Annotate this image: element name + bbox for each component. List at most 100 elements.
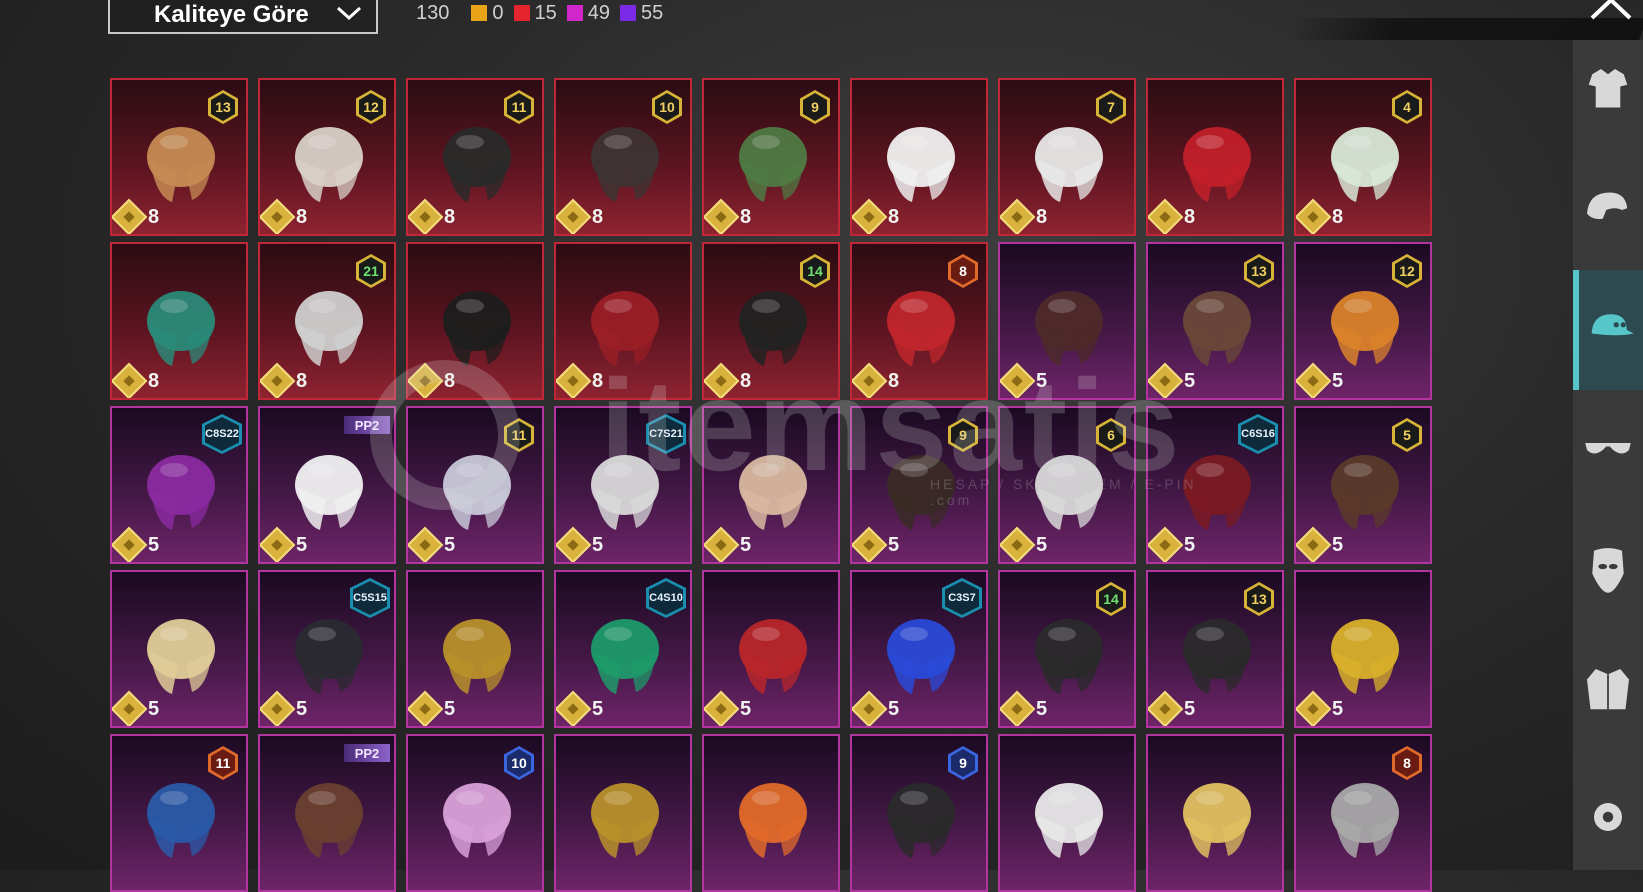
- item-cost: 8: [260, 362, 307, 398]
- coin-icon: [1296, 362, 1332, 398]
- outfit-icon: [1588, 69, 1628, 108]
- item-card[interactable]: 55: [1294, 406, 1432, 564]
- item-cost-value: 5: [444, 533, 456, 556]
- coin-icon: [704, 690, 740, 726]
- item-cost: 5: [260, 690, 307, 726]
- item-card[interactable]: 14 5: [998, 570, 1136, 728]
- item-card[interactable]: C4S10 5: [554, 570, 692, 728]
- golden-anubis-helmet-icon: [443, 619, 511, 694]
- item-card[interactable]: C7S21 5: [554, 406, 692, 564]
- item-card[interactable]: 10 8: [554, 78, 692, 236]
- item-card[interactable]: C3S7 5: [850, 570, 988, 728]
- coin-icon: [408, 526, 444, 562]
- item-cost: 8: [1296, 198, 1343, 234]
- level-badge-value: 9: [951, 749, 975, 777]
- item-card[interactable]: [1146, 734, 1284, 892]
- item-card[interactable]: 5: [998, 242, 1136, 400]
- item-card[interactable]: 11 8: [406, 78, 544, 236]
- item-card[interactable]: 9: [850, 734, 988, 892]
- coin-icon: [1000, 526, 1036, 562]
- item-cost: 8: [112, 362, 159, 398]
- item-card[interactable]: 10: [406, 734, 544, 892]
- item-cost: 8: [852, 198, 899, 234]
- item-card[interactable]: 11: [110, 734, 248, 892]
- blonde-buns-hair-icon: [739, 455, 807, 530]
- sidebar-item-jacket[interactable]: [1573, 630, 1643, 750]
- sidebar-item-outfit[interactable]: [1573, 30, 1643, 150]
- sidebar-item-glasses[interactable]: [1573, 390, 1643, 510]
- item-cost: 5: [260, 526, 308, 562]
- coin-icon: [704, 362, 740, 398]
- collapse-chevron-up-icon[interactable]: [1588, 0, 1634, 24]
- item-card[interactable]: 65: [998, 406, 1136, 564]
- stat-legendary-value: 0: [492, 1, 504, 24]
- item-card[interactable]: 13 8: [110, 78, 248, 236]
- dragon-mask-icon: [147, 291, 215, 366]
- item-cost-value: 5: [592, 697, 604, 720]
- item-cost-value: 5: [1332, 369, 1344, 392]
- level-badge-value: 10: [507, 749, 531, 777]
- item-card[interactable]: 5: [702, 406, 840, 564]
- paper-bag-mask-icon: [1183, 783, 1251, 858]
- item-card[interactable]: 48: [1294, 78, 1432, 236]
- sort-dropdown[interactable]: Kaliteye Göre: [108, 0, 378, 34]
- item-card[interactable]: 98: [702, 78, 840, 236]
- level-badge-value: 8: [951, 257, 975, 285]
- sidebar-item-helmet[interactable]: [1573, 150, 1643, 270]
- item-cost-value: 8: [1036, 205, 1048, 228]
- item-card[interactable]: 78: [998, 78, 1136, 236]
- orange-antler-helmet-icon: [739, 783, 807, 858]
- item-card[interactable]: [554, 734, 692, 892]
- item-card[interactable]: 5: [110, 570, 248, 728]
- item-card[interactable]: [702, 734, 840, 892]
- item-cost: 5: [1296, 362, 1344, 398]
- item-cost: 5: [852, 690, 899, 726]
- stat-epic: 49: [566, 2, 610, 25]
- snowman-hat-icon: [1035, 783, 1103, 858]
- item-card[interactable]: 21 8: [258, 242, 396, 400]
- item-card[interactable]: 13 5: [1146, 242, 1284, 400]
- item-cost-value: 8: [740, 369, 752, 392]
- item-cost: 5: [1148, 690, 1195, 726]
- item-cost-value: 5: [444, 697, 456, 720]
- item-card[interactable]: C6S16 5: [1146, 406, 1284, 564]
- coin-icon: [556, 526, 592, 562]
- item-card[interactable]: 12 8: [258, 78, 396, 236]
- item-card[interactable]: 8: [850, 78, 988, 236]
- item-card[interactable]: 5: [1294, 570, 1432, 728]
- item-card[interactable]: PP2 5: [258, 406, 396, 564]
- item-card[interactable]: 95: [850, 406, 988, 564]
- item-cost-value: 8: [592, 369, 604, 392]
- coin-icon: [852, 690, 888, 726]
- item-card[interactable]: [998, 734, 1136, 892]
- item-card[interactable]: 8: [1146, 78, 1284, 236]
- coin-icon: [1000, 198, 1036, 234]
- coin-icon: [1148, 690, 1184, 726]
- item-card[interactable]: 8: [110, 242, 248, 400]
- item-cost-value: 5: [296, 533, 308, 556]
- item-card[interactable]: 8: [554, 242, 692, 400]
- helmet-icon: [1587, 192, 1628, 220]
- item-card[interactable]: 5: [406, 570, 544, 728]
- item-card[interactable]: 8: [1294, 734, 1432, 892]
- item-cost: 8: [1000, 198, 1048, 234]
- item-card[interactable]: 11 5: [406, 406, 544, 564]
- level-badge-value: 11: [507, 421, 531, 449]
- sidebar-item-cap[interactable]: [1573, 270, 1643, 390]
- item-card[interactable]: 5: [702, 570, 840, 728]
- item-card[interactable]: 13 5: [1146, 570, 1284, 728]
- sidebar-item-mask[interactable]: [1573, 510, 1643, 630]
- item-card[interactable]: 14 8: [702, 242, 840, 400]
- item-cost-value: 8: [444, 369, 456, 392]
- item-card[interactable]: C5S15 5: [258, 570, 396, 728]
- item-card[interactable]: PP2: [258, 734, 396, 892]
- sidebar-item-gear[interactable]: [1573, 750, 1643, 870]
- item-cost: 8: [112, 198, 159, 234]
- category-sidebar: [1573, 40, 1643, 870]
- item-card[interactable]: 88: [850, 242, 988, 400]
- item-card[interactable]: 12 5: [1294, 242, 1432, 400]
- item-card[interactable]: C8S22 5: [110, 406, 248, 564]
- white-cowboy-hat-icon: [887, 127, 955, 202]
- item-card[interactable]: 8: [406, 242, 544, 400]
- mythic-square-icon: [513, 5, 530, 21]
